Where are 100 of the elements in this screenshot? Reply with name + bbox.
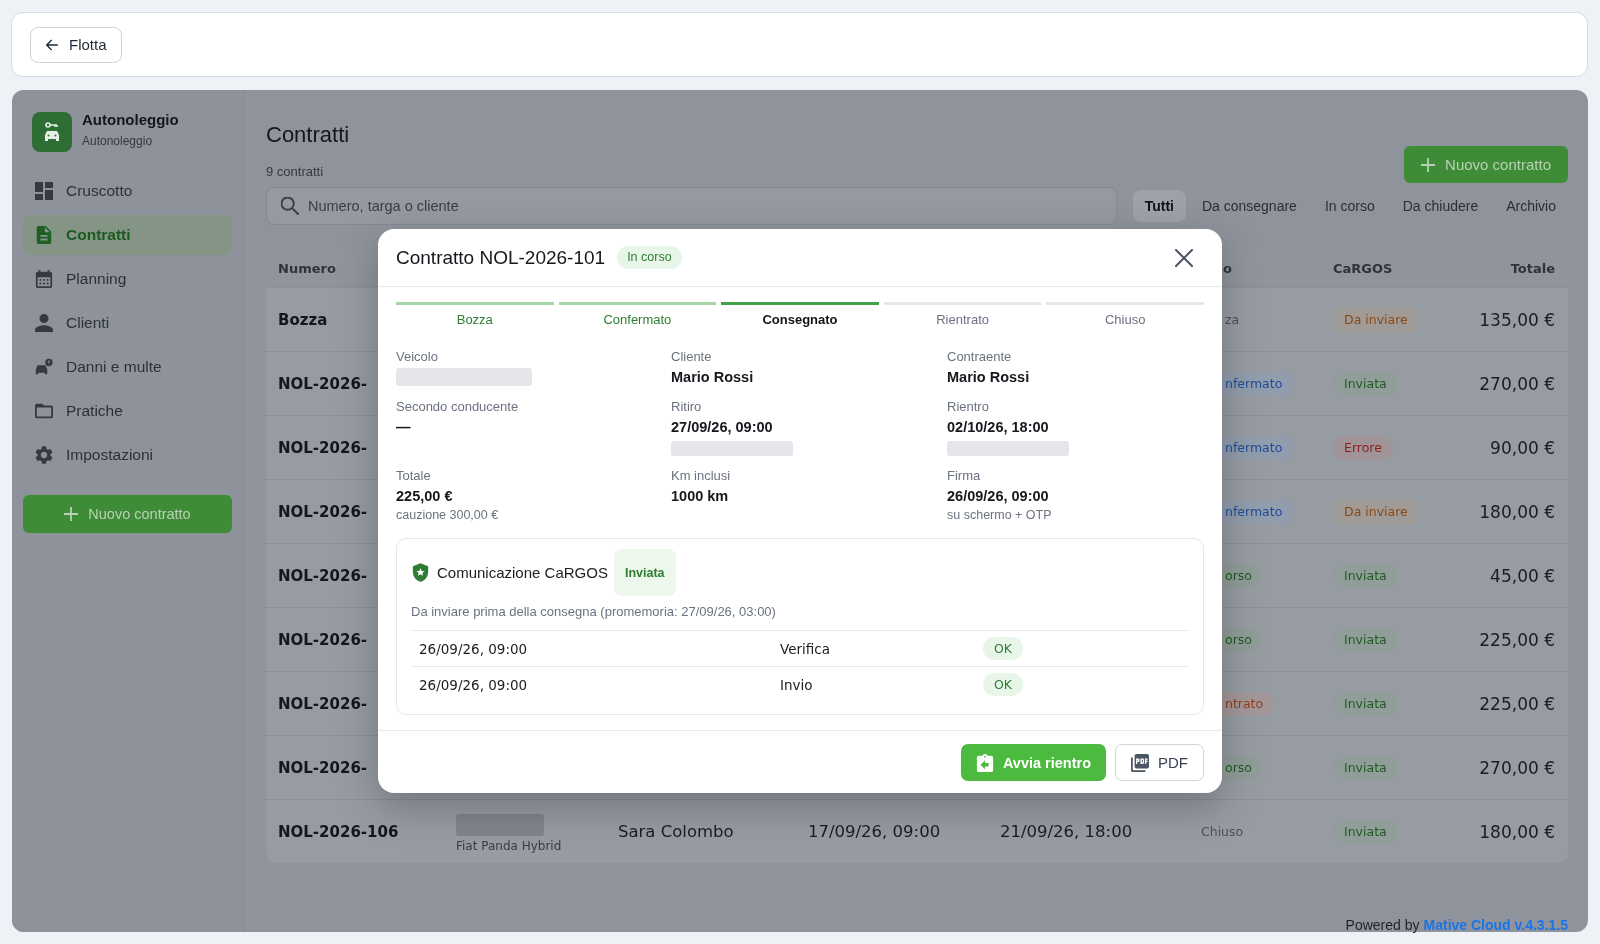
log-action: Verifica [779, 640, 830, 657]
contract-number: NOL-2026- [277, 438, 368, 457]
field-note: su schermo + OTP [947, 507, 1052, 523]
total-cell-text: 270,00 € [1479, 373, 1556, 394]
new-contract-button[interactable]: Nuovo contratto [23, 495, 232, 533]
field-label: Km inclusi [671, 468, 731, 484]
vehicle-model: Fiat Panda Hybrid [456, 839, 562, 853]
field-value: 26/09/26, 09:00 [947, 487, 1049, 506]
log-action: Invio [779, 676, 813, 693]
person-icon [35, 314, 53, 332]
total-cell-text: 90,00 € [1490, 437, 1556, 458]
progress-step: Rientrato [883, 302, 1042, 328]
cargos-badge: Inviata [1333, 627, 1398, 652]
contract-number: NOL-2026-106 [277, 822, 399, 841]
cargos-badge: Inviata [1333, 563, 1398, 588]
total-cell-text: 225,00 € [1479, 629, 1556, 650]
cargos-badge: Da inviare [1333, 307, 1419, 332]
field-label: Ritiro [671, 399, 702, 415]
sidebar-item[interactable]: Planning [23, 259, 232, 299]
total-cell-text: 135,00 € [1479, 309, 1556, 330]
action-button[interactable]: PDF [1115, 744, 1204, 781]
progress-step: Confermato [558, 302, 717, 328]
progress-step: Chiuso [1046, 302, 1204, 328]
sidebar-item[interactable]: Cruscotto [23, 171, 232, 211]
filter-tab[interactable]: Tutti [1132, 190, 1186, 222]
table-cell-text: 21/09/26, 18:00 [999, 822, 1133, 841]
status-badge: orso [1222, 755, 1263, 780]
contract-number: NOL-2026- [277, 566, 368, 585]
sidebar-item[interactable]: Clienti [23, 303, 232, 343]
contract-number: NOL-2026- [277, 502, 368, 521]
car-key-logo-icon [32, 112, 72, 152]
new-contract-button[interactable]: Nuovo contratto [1404, 146, 1568, 183]
field-label: Firma [947, 468, 981, 484]
settings-icon [35, 446, 53, 464]
result-badge: OK [983, 673, 1024, 696]
powered-by-label: Powered by [1345, 917, 1420, 933]
page-title: Contratti [266, 121, 350, 149]
status-badge: nfermato [1222, 499, 1294, 524]
status-badge: In corso [617, 246, 682, 269]
sidebar-item[interactable]: Danni e multe [23, 347, 232, 387]
field-label: Cliente [671, 349, 712, 365]
close-icon [1175, 248, 1193, 267]
contract-number: NOL-2026- [277, 630, 368, 649]
status-badge: ntrato [1222, 691, 1275, 716]
dialog-title: Contratto NOL-2026-101 [396, 246, 606, 269]
total-cell-text: 225,00 € [1479, 693, 1556, 714]
status-badge: orso [1222, 563, 1263, 588]
total-cell-text: 180,00 € [1479, 821, 1556, 842]
cargos-badge: Inviata [1333, 371, 1398, 396]
status-badge: nfermato [1222, 435, 1294, 460]
field-value: 1000 km [671, 487, 729, 506]
cargos-note: Da inviare prima della consegna (promemoria: 27/09/26, 03:00) [411, 604, 776, 620]
column-header: Numero [277, 261, 336, 276]
pdf-icon [1131, 753, 1149, 772]
document-icon [35, 226, 53, 244]
sidebar-item[interactable]: Contratti [23, 215, 232, 255]
contract-number: NOL-2026- [277, 758, 368, 777]
app-subtitle: Autonoleggio [82, 134, 154, 149]
cargos-badge: Inviata [1333, 691, 1398, 716]
total-cell-text: 180,00 € [1479, 501, 1556, 522]
field-value: 02/10/26, 18:00 [947, 418, 1049, 437]
filter-tab[interactable]: Archivio [1494, 190, 1568, 222]
contract-count: 9 contratti [266, 164, 324, 180]
car-alert-icon [35, 358, 53, 376]
log-time: 26/09/26, 09:00 [418, 640, 528, 657]
folder-icon [35, 402, 53, 420]
field-label: Rientro [947, 399, 989, 415]
table-cell-text: Sara Colombo [617, 822, 734, 841]
action-button[interactable]: Avvia rientro [960, 744, 1106, 781]
table-cell-text: 17/09/26, 09:00 [807, 822, 941, 841]
clipboard-arrow-icon [975, 753, 994, 772]
back-button[interactable]: Flotta [30, 26, 122, 63]
log-time: 26/09/26, 09:00 [418, 676, 528, 693]
progress-step: Bozza [396, 302, 554, 328]
field-label: Contraente [947, 349, 1012, 365]
search-field[interactable]: Numero, targa o cliente [266, 187, 1117, 225]
cargos-title: Comunicazione CaRGOS [437, 564, 608, 581]
sidebar-item[interactable]: Pratiche [23, 391, 232, 431]
contract-number: NOL-2026- [277, 694, 368, 713]
filter-tab[interactable]: In corso [1312, 190, 1387, 222]
plus-icon [1421, 157, 1436, 172]
cargos-badge: Inviata [1333, 819, 1398, 844]
field-value: Mario Rossi [947, 368, 1030, 387]
field-label: Secondo conducente [396, 399, 519, 415]
progress-step: Consegnato [721, 302, 879, 328]
cargos-badge: Inviata [1333, 755, 1398, 780]
cargos-badge: Errore [1333, 435, 1393, 460]
field-label: Veicolo [396, 349, 438, 365]
field-value: — [396, 418, 411, 437]
filter-tab[interactable]: Da chiudere [1390, 190, 1491, 222]
result-badge: OK [983, 637, 1024, 660]
sidebar-item[interactable]: Impostazioni [23, 435, 232, 475]
field-value: 225,00 € [396, 487, 453, 506]
contract-number: Bozza [277, 310, 328, 329]
filter-tab[interactable]: Da consegnare [1189, 190, 1309, 222]
total-cell-text: 270,00 € [1479, 757, 1556, 778]
status-badge: nfermato [1222, 371, 1294, 396]
dashboard-icon [35, 182, 53, 200]
field-note: cauzione 300,00 € [396, 507, 499, 523]
search-icon [281, 197, 299, 215]
